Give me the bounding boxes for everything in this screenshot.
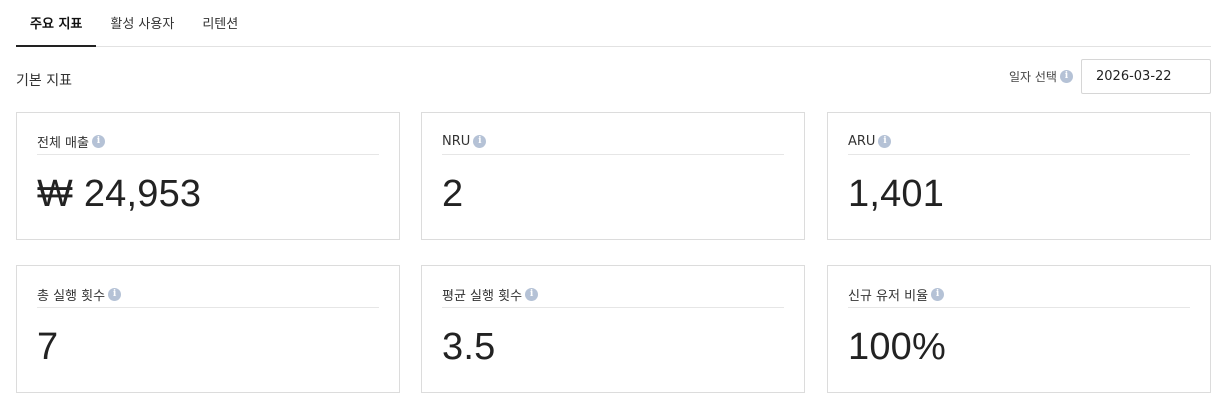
info-icon[interactable]: i bbox=[878, 135, 892, 148]
info-icon[interactable]: i bbox=[473, 135, 487, 148]
card-header: 평균 실행 횟수 i bbox=[442, 282, 784, 308]
info-icon[interactable]: i bbox=[108, 288, 122, 301]
card-title: 전체 매출 bbox=[37, 136, 89, 151]
metric-card-average-runs: 평균 실행 횟수 i 3.5 bbox=[421, 265, 805, 393]
info-icon[interactable]: i bbox=[931, 288, 945, 301]
date-picker-label: 일자 선택 i bbox=[1009, 68, 1073, 85]
card-value: ₩ 24,953 bbox=[37, 173, 202, 215]
tab-retention[interactable]: 리텐션 bbox=[188, 0, 252, 47]
card-value: 100% bbox=[848, 326, 946, 368]
card-title: 총 실행 횟수 bbox=[37, 289, 106, 304]
tab-key-metrics[interactable]: 주요 지표 bbox=[16, 0, 97, 47]
dashboard-page: 주요 지표 활성 사용자 리텐션 기본 지표 일자 선택 i 전체 매출 i ₩… bbox=[0, 0, 1230, 416]
card-title: 평균 실행 횟수 bbox=[442, 289, 523, 304]
card-header: ARU i bbox=[848, 129, 1190, 155]
card-header: NRU i bbox=[442, 129, 784, 155]
info-icon[interactable]: i bbox=[525, 288, 539, 301]
card-value: 7 bbox=[37, 326, 59, 368]
metric-card-nru: NRU i 2 bbox=[421, 112, 805, 240]
metric-card-new-user-ratio: 신규 유저 비율 i 100% bbox=[827, 265, 1211, 393]
card-header: 총 실행 횟수 i bbox=[37, 282, 379, 308]
metric-card-total-revenue: 전체 매출 i ₩ 24,953 bbox=[16, 112, 400, 240]
metric-card-aru: ARU i 1,401 bbox=[827, 112, 1211, 240]
card-value: 2 bbox=[442, 173, 464, 215]
date-input[interactable] bbox=[1081, 59, 1211, 94]
metric-card-total-runs: 총 실행 횟수 i 7 bbox=[16, 265, 400, 393]
tab-active-users[interactable]: 활성 사용자 bbox=[96, 0, 188, 47]
card-header: 전체 매출 i bbox=[37, 129, 379, 155]
card-title: NRU bbox=[442, 134, 471, 149]
card-header: 신규 유저 비율 i bbox=[848, 282, 1190, 308]
card-value: 3.5 bbox=[442, 326, 496, 368]
card-title: 신규 유저 비율 bbox=[848, 289, 929, 304]
card-title: ARU bbox=[848, 134, 876, 149]
info-icon[interactable]: i bbox=[91, 135, 105, 148]
card-value: 1,401 bbox=[848, 173, 945, 215]
date-picker-label-text: 일자 선택 bbox=[1009, 70, 1057, 84]
info-icon[interactable]: i bbox=[1059, 70, 1073, 83]
section-title: 기본 지표 bbox=[16, 73, 72, 89]
tab-bar: 주요 지표 활성 사용자 리텐션 bbox=[16, 0, 1211, 47]
